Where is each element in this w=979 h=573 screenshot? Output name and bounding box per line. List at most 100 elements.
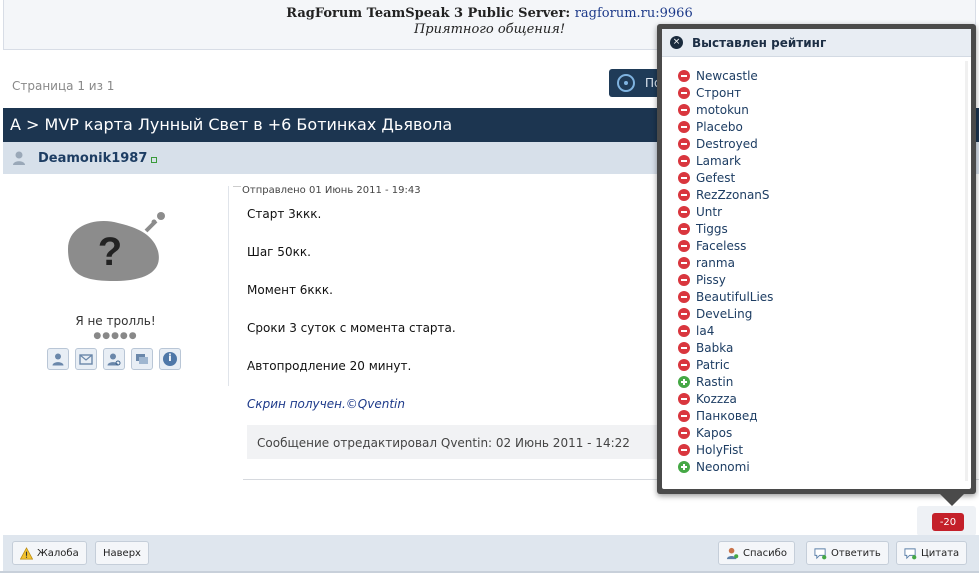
report-label: Жалоба bbox=[37, 547, 79, 559]
rating-popup-header: × Выставлен рейтинг bbox=[662, 29, 971, 57]
post-signed-line: Скрин получен.©Qventin bbox=[247, 397, 405, 411]
reply-icon bbox=[814, 547, 827, 559]
minus-icon bbox=[678, 86, 690, 99]
rating-voter-item: Lamark bbox=[678, 152, 971, 169]
top-button[interactable]: Наверх bbox=[95, 541, 149, 565]
rating-voter-item: Rastin bbox=[678, 373, 971, 390]
date-rule bbox=[233, 186, 241, 187]
voter-name-link[interactable]: Placebo bbox=[696, 120, 743, 134]
online-status-icon bbox=[151, 156, 158, 163]
info-glyph: i bbox=[163, 352, 177, 366]
minus-icon bbox=[678, 290, 690, 303]
post-line: Сроки 3 суток с момента старта. bbox=[247, 321, 456, 335]
voter-name-link[interactable]: Стронт bbox=[696, 86, 741, 100]
minus-icon bbox=[678, 154, 690, 167]
minus-icon bbox=[678, 358, 690, 371]
thanks-label: Спасибо bbox=[743, 547, 787, 559]
voter-name-link[interactable]: Newcastle bbox=[696, 69, 758, 83]
rating-voter-item: la4 bbox=[678, 322, 971, 339]
thanks-button[interactable]: Спасибо bbox=[718, 541, 795, 565]
minus-icon bbox=[678, 120, 690, 133]
minus-icon bbox=[678, 222, 690, 235]
post-line: Момент 6ккк. bbox=[247, 283, 333, 297]
voter-name-link[interactable]: RezZzonanS bbox=[696, 188, 770, 202]
voter-name-link[interactable]: Rastin bbox=[696, 375, 733, 389]
voter-name-link[interactable]: motokun bbox=[696, 103, 749, 117]
announcement-line: RagForum TeamSpeak 3 Public Server: ragf… bbox=[4, 6, 975, 21]
post-controls-bar: Жалоба Наверх Спасибо Ответить Цитата bbox=[3, 535, 979, 571]
rating-voter-item: RezZzonanS bbox=[678, 186, 971, 203]
rating-voter-item: Untr bbox=[678, 203, 971, 220]
edit-note: Сообщение отредактировал Qventin: 02 Июн… bbox=[247, 425, 687, 459]
minus-icon bbox=[678, 324, 690, 337]
minus-icon bbox=[678, 392, 690, 405]
rating-popup: × Выставлен рейтинг Newcastle Стронт motok… bbox=[657, 24, 976, 506]
rating-popup-title: Выставлен рейтинг bbox=[692, 35, 827, 50]
voter-name-link[interactable]: Faceless bbox=[696, 239, 746, 253]
author-name-link[interactable]: Deamonik1987 bbox=[38, 151, 147, 166]
rating-voter-item: motokun bbox=[678, 101, 971, 118]
voter-name-link[interactable]: Панковед bbox=[696, 409, 758, 423]
voter-name-link[interactable]: Neonomi bbox=[696, 460, 750, 474]
reply-button[interactable]: Ответить bbox=[806, 541, 889, 565]
rating-voter-item: ranma bbox=[678, 254, 971, 271]
send-message-icon[interactable] bbox=[75, 348, 97, 370]
rating-voter-item: BeautifulLies bbox=[678, 288, 971, 305]
rating-voter-item: Faceless bbox=[678, 237, 971, 254]
rating-voter-item: Tiggs bbox=[678, 220, 971, 237]
sidebar-divider bbox=[228, 186, 229, 386]
voter-name-link[interactable]: Pissy bbox=[696, 273, 726, 287]
popup-pointer bbox=[940, 494, 964, 506]
voter-name-link[interactable]: HolyFist bbox=[696, 443, 743, 457]
voter-name-link[interactable]: Lamark bbox=[696, 154, 741, 168]
minus-icon bbox=[678, 239, 690, 252]
voter-name-link[interactable]: Untr bbox=[696, 205, 722, 219]
minus-icon bbox=[678, 103, 690, 116]
voter-name-link[interactable]: BeautifulLies bbox=[696, 290, 773, 304]
minus-icon bbox=[678, 341, 690, 354]
view-profile-icon[interactable] bbox=[47, 348, 69, 370]
post-rating-badge[interactable]: -20 bbox=[932, 513, 964, 531]
minus-icon bbox=[678, 443, 690, 456]
server-link[interactable]: ragforum.ru:9966 bbox=[575, 6, 693, 21]
rating-voter-item: DeveLing bbox=[678, 305, 971, 322]
plus-icon bbox=[678, 460, 690, 473]
find-topics-icon[interactable] bbox=[131, 348, 153, 370]
minus-icon bbox=[678, 273, 690, 286]
find-posts-icon[interactable] bbox=[103, 348, 125, 370]
author-sidebar: ? Я не тролль! ●●●●● i bbox=[3, 174, 228, 535]
default-avatar: ? bbox=[68, 212, 165, 281]
voter-name-link[interactable]: DeveLing bbox=[696, 307, 752, 321]
voter-name-link[interactable]: Kozzza bbox=[696, 392, 737, 406]
quote-button[interactable]: Цитата bbox=[896, 541, 968, 565]
quote-icon bbox=[904, 547, 917, 559]
reply-label: Ответить bbox=[831, 547, 881, 559]
report-button[interactable]: Жалоба bbox=[12, 541, 87, 565]
voter-name-link[interactable]: Babka bbox=[696, 341, 733, 355]
voter-name-link[interactable]: la4 bbox=[696, 324, 714, 338]
rating-voter-item: HolyFist bbox=[678, 441, 971, 458]
minus-icon bbox=[678, 426, 690, 439]
minus-icon bbox=[678, 137, 690, 150]
voter-name-link[interactable]: Gefest bbox=[696, 171, 735, 185]
voter-name-link[interactable]: ranma bbox=[696, 256, 735, 270]
rating-voter-item: Стронт bbox=[678, 84, 971, 101]
info-icon[interactable]: i bbox=[159, 348, 181, 370]
minus-icon bbox=[678, 307, 690, 320]
voter-name-link[interactable]: Tiggs bbox=[696, 222, 728, 236]
rating-voter-item: Gefest bbox=[678, 169, 971, 186]
voter-name-link[interactable]: Kapos bbox=[696, 426, 732, 440]
minus-icon bbox=[678, 188, 690, 201]
announcement-label: RagForum TeamSpeak 3 Public Server: bbox=[286, 6, 571, 21]
rating-voter-item: Placebo bbox=[678, 118, 971, 135]
voter-name-link[interactable]: Patric bbox=[696, 358, 730, 372]
post-line: Автопродление 20 минут. bbox=[247, 359, 412, 373]
post-line: Старт 3ккк. bbox=[247, 207, 322, 221]
user-thanks-icon bbox=[726, 547, 739, 559]
close-icon[interactable]: × bbox=[670, 36, 683, 49]
svg-text:?: ? bbox=[98, 230, 122, 274]
rating-popup-panel: × Выставлен рейтинг Newcastle Стронт motok… bbox=[662, 29, 971, 489]
voter-name-link[interactable]: Destroyed bbox=[696, 137, 758, 151]
rating-voter-item: Newcastle bbox=[678, 67, 971, 84]
rating-scrollbar[interactable] bbox=[965, 61, 968, 481]
